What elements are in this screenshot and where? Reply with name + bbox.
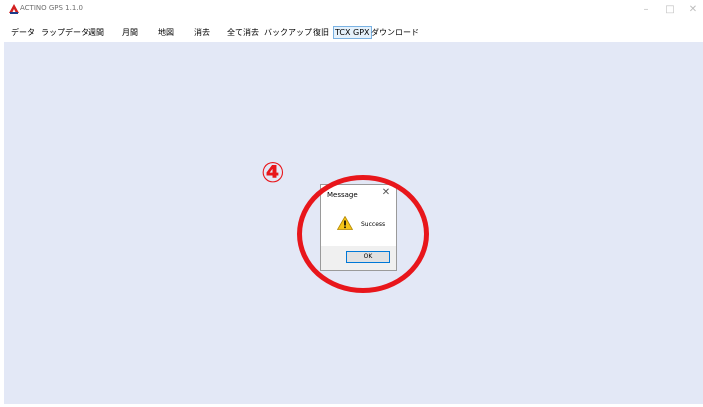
menu-item-lap-data[interactable]: ラップデータ xyxy=(40,26,90,39)
menu-item-restore[interactable]: 復旧 xyxy=(312,26,330,39)
menu-item-delete[interactable]: 消去 xyxy=(193,26,211,39)
menu-item-download[interactable]: ダウンロード xyxy=(370,26,420,39)
highlight-circle xyxy=(297,175,429,293)
menu-item-tcx-gpx[interactable]: TCX GPX xyxy=(333,26,372,39)
step-number-label: ④ xyxy=(261,156,285,189)
close-icon[interactable]: ✕ xyxy=(681,3,703,17)
menu-bar: データ ラップデータ 週間 月間 地図 消去 全て消去 バックアップ 復旧 TC… xyxy=(0,23,703,41)
app-logo-icon xyxy=(9,4,19,14)
title-bar: ACTINO GPS 1.1.0 – □ ✕ xyxy=(0,0,703,20)
menu-item-delete-all[interactable]: 全て消去 xyxy=(226,26,260,39)
menu-item-backup[interactable]: バックアップ xyxy=(263,26,313,39)
maximize-icon[interactable]: □ xyxy=(658,3,682,17)
menu-item-map[interactable]: 地図 xyxy=(157,26,175,39)
menu-item-weekly[interactable]: 週間 xyxy=(87,26,105,39)
menu-item-monthly[interactable]: 月間 xyxy=(121,26,139,39)
minimize-icon[interactable]: – xyxy=(634,3,658,17)
window-title: ACTINO GPS 1.1.0 xyxy=(20,4,83,12)
menu-item-data[interactable]: データ xyxy=(10,26,36,39)
